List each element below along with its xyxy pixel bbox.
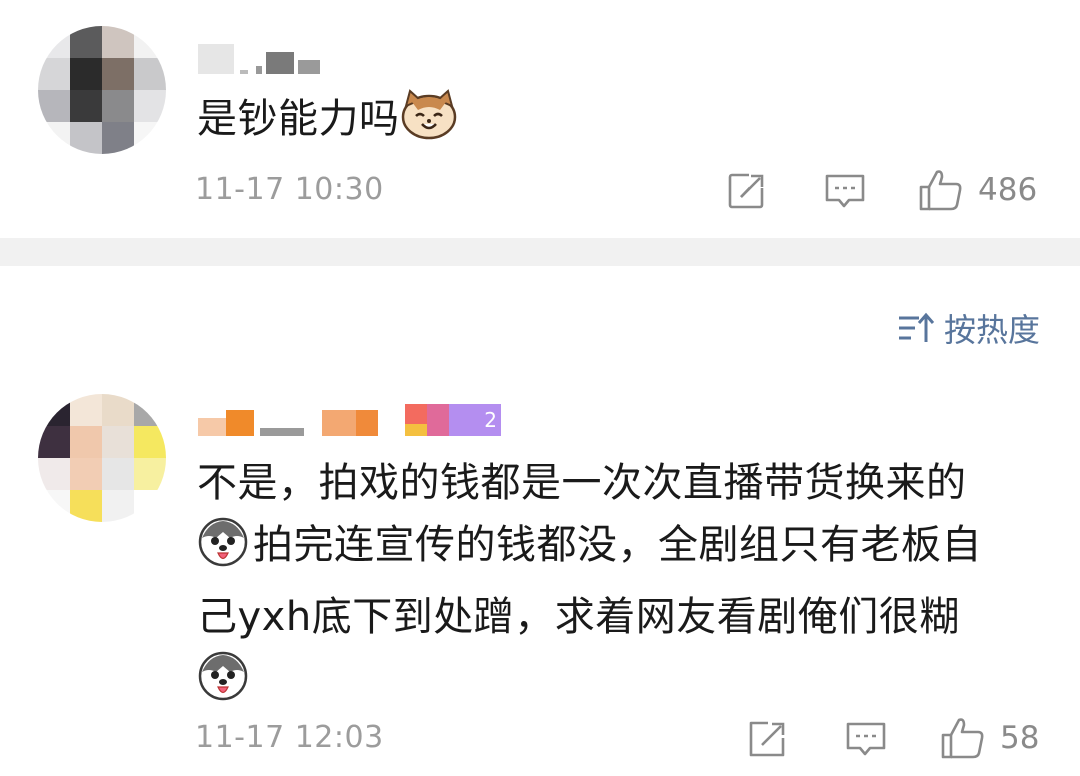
badge-level: 2 <box>449 404 501 436</box>
share-icon <box>728 170 767 209</box>
comment-line: 不是，拍戏的钱都是一次次直播带货换来的 <box>197 460 967 506</box>
comment-line <box>197 648 982 720</box>
like-button[interactable]: 486 <box>918 168 1037 212</box>
like-icon <box>919 170 962 211</box>
comment-icon <box>825 174 865 208</box>
comment-icon <box>846 722 886 756</box>
sort-by-hot-button[interactable]: 按热度 <box>896 305 1040 351</box>
sort-icon <box>898 312 935 342</box>
reply-button[interactable] <box>845 720 887 760</box>
like-icon <box>941 718 984 759</box>
share-button[interactable] <box>727 170 767 210</box>
comment-text: 是钞能力吗 <box>197 88 458 158</box>
username-redacted[interactable] <box>198 400 378 436</box>
avatar[interactable] <box>38 26 166 154</box>
reply-button[interactable] <box>824 172 866 212</box>
like-count: 486 <box>978 172 1038 208</box>
badge-stripe <box>405 424 427 436</box>
husky-dog-emoji <box>197 650 249 720</box>
comment-text: 不是，拍戏的钱都是一次次直播带货换来的 拍完连宣传的钱都没，全剧组只有老板自 己… <box>197 452 982 720</box>
comment-line: 己yxh底下到处蹭，求着网友看剧俺们很糊 <box>197 594 960 640</box>
like-count: 58 <box>1000 720 1040 756</box>
section-divider <box>0 238 1080 266</box>
comment-line: 拍完连宣传的钱都没，全剧组只有老板自 <box>197 514 982 586</box>
username-redacted[interactable] <box>198 44 320 74</box>
share-button[interactable] <box>748 718 788 758</box>
comment-time: 11-17 10:30 <box>195 172 384 207</box>
comment-time: 11-17 12:03 <box>195 720 384 755</box>
avatar[interactable] <box>38 394 166 522</box>
cat-face-emoji <box>400 88 458 158</box>
sort-label: 按热度 <box>943 311 1040 349</box>
share-icon <box>749 721 785 757</box>
like-button[interactable]: 58 <box>940 716 1039 760</box>
husky-dog-emoji <box>197 516 249 586</box>
